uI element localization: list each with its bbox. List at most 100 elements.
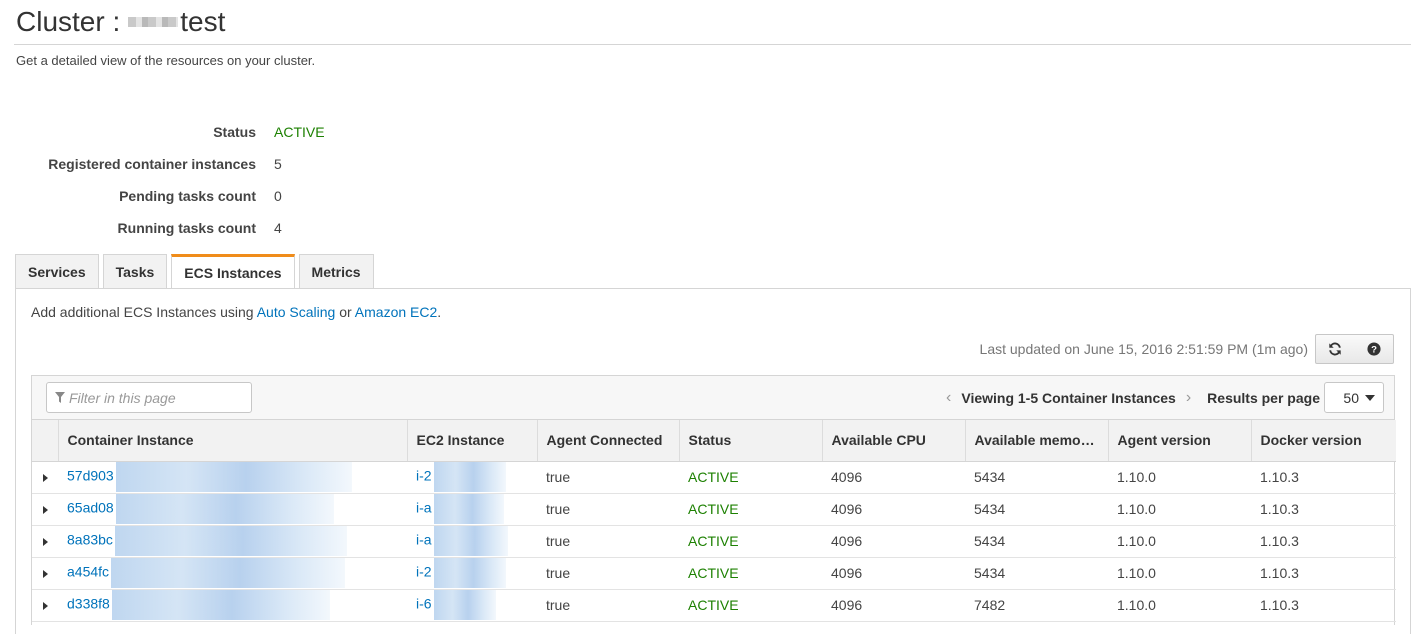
add-instances-hint: Add additional ECS Instances using Auto …: [31, 304, 441, 320]
auto-scaling-link[interactable]: Auto Scaling: [257, 304, 336, 320]
container-instance-link[interactable]: 65ad08: [67, 500, 114, 516]
table-row: 65ad08 i-a true ACTIVE 4096 5434 1.10.0 …: [32, 493, 1396, 525]
cluster-tabs: Services Tasks ECS Instances Metrics: [15, 254, 378, 289]
expand-row-button[interactable]: [32, 493, 58, 525]
summary-value-registered: 5: [274, 156, 282, 172]
docker-version-cell: 1.10.3: [1260, 501, 1299, 517]
table-toolbar: ‹ Viewing 1-5 Container Instances › Resu…: [32, 376, 1394, 420]
expand-row-button[interactable]: [32, 589, 58, 621]
available-cpu-cell: 4096: [831, 597, 863, 613]
redacted-id: [433, 462, 506, 492]
available-memory-cell: 5434: [974, 501, 1006, 517]
expand-row-button[interactable]: [32, 525, 58, 557]
docker-version-cell: 1.10.3: [1260, 469, 1299, 485]
page-subtitle: Get a detailed view of the resources on …: [16, 53, 316, 68]
ec2-instance-link[interactable]: i-2: [416, 468, 432, 484]
redacted-id: [433, 494, 504, 524]
available-cpu-cell: 4096: [831, 501, 863, 517]
column-header-status[interactable]: Status: [678, 420, 822, 462]
column-header-docker-version[interactable]: Docker version: [1250, 420, 1396, 462]
table-row: 8a83bc i-a true ACTIVE 4096 5434 1.10.0 …: [32, 525, 1396, 557]
last-updated-text: Last updated on June 15, 2016 2:51:59 PM…: [979, 341, 1308, 357]
docker-version-cell: 1.10.3: [1260, 533, 1299, 549]
container-instance-link[interactable]: 8a83bc: [67, 532, 113, 548]
agent-connected-cell: true: [546, 597, 571, 613]
expand-triangle-icon: [42, 602, 48, 610]
container-instances-table: ‹ Viewing 1-5 Container Instances › Resu…: [31, 375, 1396, 625]
available-memory-cell: 5434: [974, 469, 1006, 485]
redacted-cluster-name: [128, 17, 179, 27]
help-button[interactable]: ?: [1354, 334, 1394, 364]
page-title: Cluster : test: [16, 6, 225, 38]
expand-triangle-icon: [42, 506, 48, 514]
ec2-instance-link[interactable]: i-a: [416, 500, 432, 516]
prev-page-icon[interactable]: ‹: [946, 389, 951, 407]
agent-version-cell: 1.10.0: [1117, 533, 1156, 549]
agent-version-cell: 1.10.0: [1117, 565, 1156, 581]
filter-box[interactable]: [46, 382, 252, 413]
available-cpu-cell: 4096: [831, 469, 863, 485]
redacted-id: [111, 590, 330, 620]
status-cell: ACTIVE: [688, 565, 739, 581]
status-cell: ACTIVE: [688, 469, 739, 485]
column-header-container-instance[interactable]: Container Instance: [57, 420, 407, 462]
ec2-instance-link[interactable]: i-2: [416, 564, 432, 580]
redacted-id: [111, 558, 346, 588]
chevron-down-icon: [1365, 394, 1375, 401]
hint-middle: or: [339, 304, 352, 320]
redacted-id: [433, 526, 508, 556]
agent-version-cell: 1.10.0: [1117, 469, 1156, 485]
expand-triangle-icon: [42, 570, 48, 578]
tab-tasks[interactable]: Tasks: [102, 254, 168, 288]
title-divider: [14, 44, 1411, 45]
column-header-ec2-instance[interactable]: EC2 Instance: [406, 420, 537, 462]
docker-version-cell: 1.10.3: [1260, 565, 1299, 581]
summary-value-status: ACTIVE: [274, 124, 325, 140]
container-instance-link[interactable]: d338f8: [67, 596, 110, 612]
tab-services[interactable]: Services: [15, 254, 99, 288]
summary-row-registered: Registered container instances 5: [0, 148, 400, 180]
tab-metrics[interactable]: Metrics: [298, 254, 374, 288]
redacted-id: [115, 462, 352, 492]
summary-label: Pending tasks count: [119, 188, 256, 204]
refresh-button[interactable]: [1315, 334, 1355, 364]
amazon-ec2-link[interactable]: Amazon EC2: [355, 304, 437, 320]
column-header-available-memory[interactable]: Available memor…: [964, 420, 1108, 462]
refresh-icon: [1329, 342, 1341, 356]
redacted-id: [114, 526, 347, 556]
summary-row-status: Status ACTIVE: [0, 116, 400, 148]
table-row: a454fc i-2 true ACTIVE 4096 5434 1.10.0 …: [32, 557, 1396, 589]
ec2-instance-link[interactable]: i-a: [416, 532, 432, 548]
agent-connected-cell: true: [546, 469, 571, 485]
summary-label: Registered container instances: [48, 156, 256, 172]
title-prefix: Cluster :: [16, 6, 121, 37]
summary-row-running: Running tasks count 4: [0, 212, 400, 244]
expander-header: [32, 420, 58, 462]
redacted-id: [433, 558, 506, 588]
tab-ecs-instances[interactable]: ECS Instances: [171, 254, 295, 289]
results-per-page-label: Results per page: [1207, 389, 1320, 406]
expand-triangle-icon: [42, 474, 48, 482]
ec2-instance-link[interactable]: i-6: [416, 596, 432, 612]
hint-suffix: .: [437, 304, 442, 320]
hint-prefix: Add additional ECS Instances using: [31, 304, 254, 320]
column-header-agent-connected[interactable]: Agent Connected: [536, 420, 679, 462]
summary-value-pending: 0: [274, 188, 282, 204]
summary-label: Status: [213, 124, 256, 140]
agent-connected-cell: true: [546, 501, 571, 517]
results-per-page-select[interactable]: 50: [1324, 382, 1384, 413]
column-header-agent-version[interactable]: Agent version: [1107, 420, 1251, 462]
expand-row-button[interactable]: [32, 461, 58, 493]
filter-input[interactable]: [69, 389, 239, 406]
available-memory-cell: 5434: [974, 565, 1006, 581]
next-page-icon[interactable]: ›: [1186, 389, 1191, 407]
container-instance-link[interactable]: 57d903: [67, 468, 114, 484]
column-header-available-cpu[interactable]: Available CPU: [821, 420, 965, 462]
status-cell: ACTIVE: [688, 597, 739, 613]
summary-row-pending: Pending tasks count 0: [0, 180, 400, 212]
cluster-summary: Status ACTIVE Registered container insta…: [0, 116, 400, 244]
expand-triangle-icon: [42, 538, 48, 546]
expand-row-button[interactable]: [32, 557, 58, 589]
ecs-instances-panel: Add additional ECS Instances using Auto …: [15, 288, 1411, 634]
container-instance-link[interactable]: a454fc: [67, 564, 109, 580]
